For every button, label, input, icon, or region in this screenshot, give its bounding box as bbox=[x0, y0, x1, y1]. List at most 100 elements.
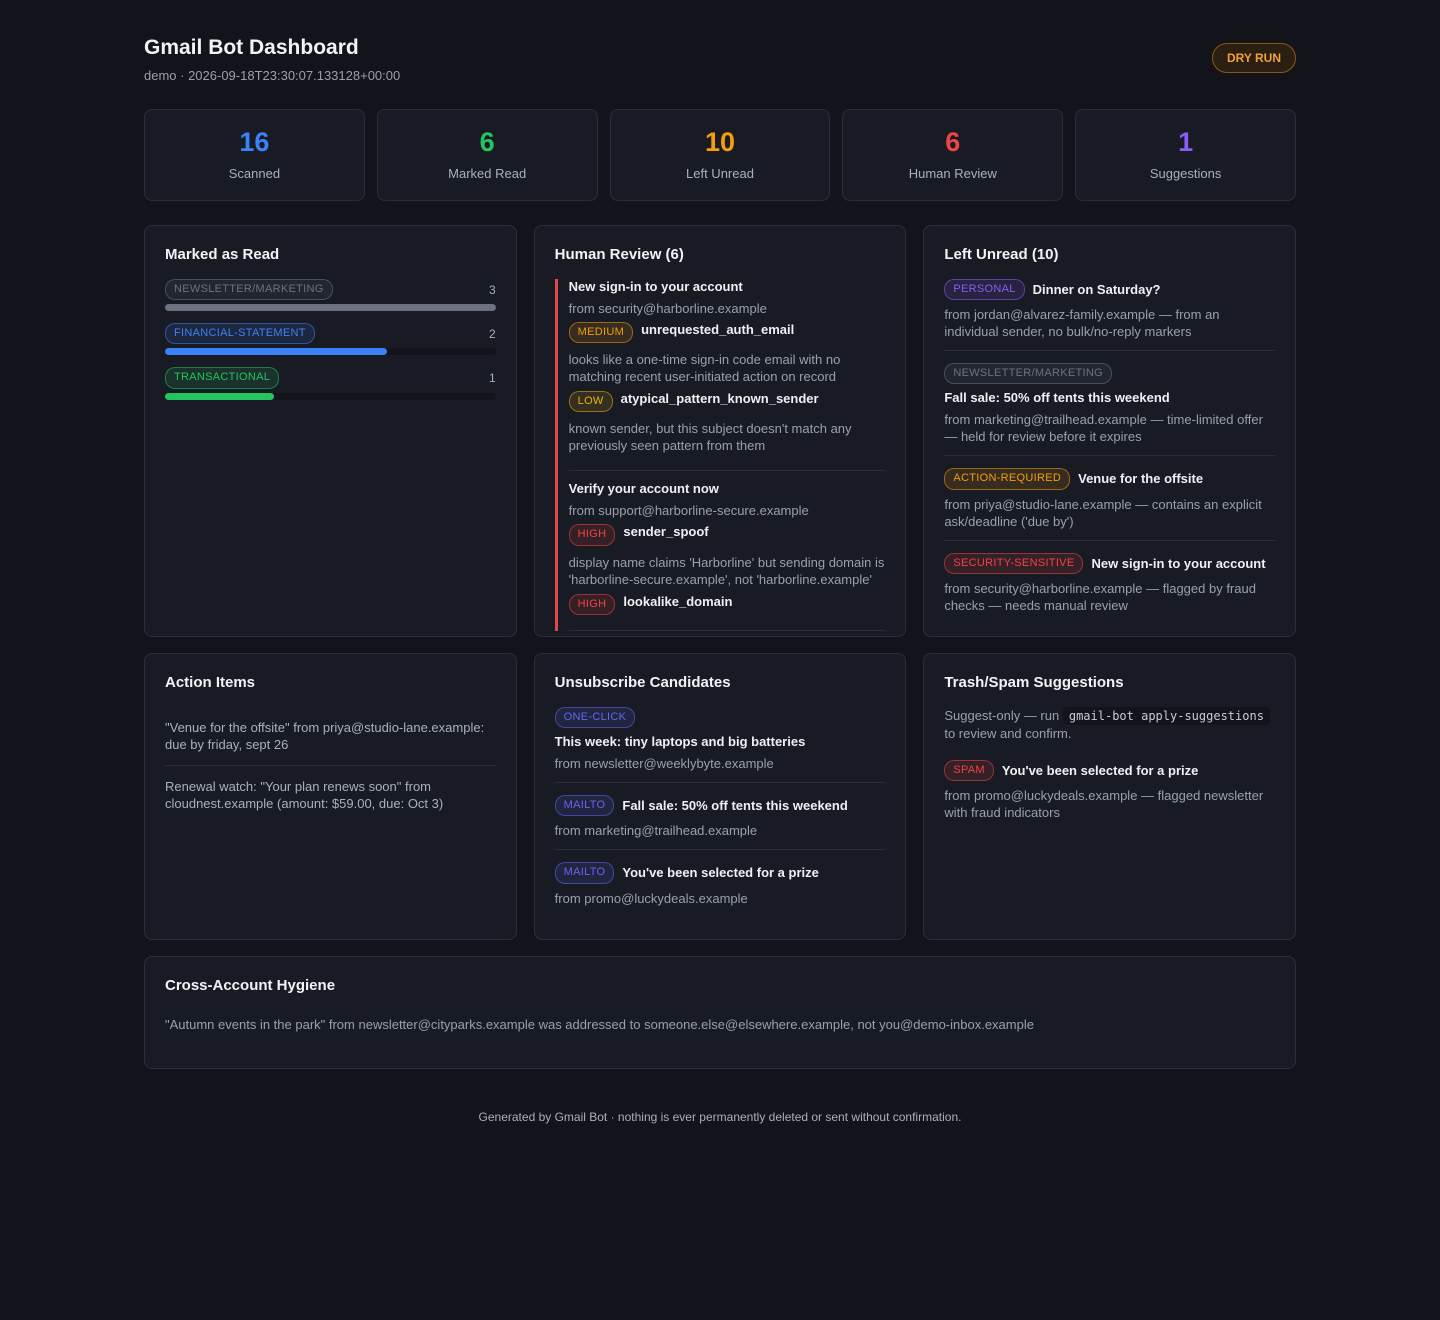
spam-pill: SPAM bbox=[944, 760, 994, 782]
command-code[interactable]: gmail-bot apply-suggestions bbox=[1062, 707, 1270, 725]
method-pill: MAILTO bbox=[554, 862, 615, 884]
severity-pill: HIGH bbox=[568, 524, 616, 546]
list-item[interactable]: NEWSLETTER/MARKETING Fall sale: 50% off … bbox=[944, 363, 1275, 457]
panel-title: Marked as Read bbox=[165, 246, 280, 263]
human-review-panel: Human Review (6) New sign-in to your acc… bbox=[533, 225, 907, 637]
suggest-only-note: Suggest-only — run gmail-bot apply-sugge… bbox=[944, 707, 1275, 742]
item-detail: from security@harborline.example — flagg… bbox=[944, 580, 1256, 613]
review-flag: HIGH sender_spoof bbox=[568, 524, 886, 546]
item-subject: You've been selected for a prize bbox=[1001, 763, 1199, 779]
trash-spam-panel: Trash/Spam Suggestions Suggest-only — ru… bbox=[923, 653, 1296, 940]
flag-reason: display name claims 'Harborline' but sen… bbox=[568, 554, 885, 587]
item-detail: from marketing@trailhead.example — time-… bbox=[944, 412, 1263, 445]
method-pill: ONE-CLICK bbox=[554, 707, 636, 729]
method-pill: MAILTO bbox=[554, 795, 615, 817]
category-pill: FINANCIAL-STATEMENT bbox=[165, 323, 315, 345]
action-items-panel: Action Items "Venue for the offsite" fro… bbox=[144, 653, 517, 940]
panel-title: Action Items bbox=[165, 674, 256, 691]
stat-value: 16 bbox=[239, 127, 270, 157]
review-list: New sign-in to your account from securit… bbox=[554, 279, 886, 631]
dry-run-badge: DRY RUN bbox=[1211, 43, 1296, 73]
item-sender: from promo@luckydeals.example bbox=[554, 890, 748, 906]
stat-scanned: 16 Scanned bbox=[144, 109, 365, 201]
flag-code: atypical_pattern_known_sender bbox=[620, 391, 819, 407]
item-subject: Dinner on Saturday? bbox=[1032, 282, 1161, 298]
review-item[interactable]: Verify your account now from support@har… bbox=[568, 481, 886, 631]
stat-label: Marked Read bbox=[448, 166, 527, 181]
review-flag: LOW atypical_pattern_known_sender bbox=[568, 391, 886, 413]
severity-pill: MEDIUM bbox=[568, 322, 634, 344]
item-subject: You've been selected for a prize bbox=[622, 865, 819, 881]
note-prefix: Suggest-only — run bbox=[944, 708, 1060, 723]
stat-left-unread: 10 Left Unread bbox=[609, 109, 831, 201]
action-item[interactable]: "Venue for the offsite" from priya@studi… bbox=[165, 707, 496, 766]
category-pill: ACTION-REQUIRED bbox=[944, 468, 1071, 490]
item-subject: Fall sale: 50% off tents this weekend bbox=[944, 390, 1170, 406]
unsubscribe-panel: Unsubscribe Candidates ONE-CLICK This we… bbox=[533, 653, 907, 940]
action-item[interactable]: Renewal watch: "Your plan renews soon" f… bbox=[165, 766, 496, 824]
list-item[interactable]: ACTION-REQUIRED Venue for the offsite fr… bbox=[944, 468, 1275, 541]
flag-code: unrequested_auth_email bbox=[641, 322, 795, 338]
category-pill: NEWSLETTER/MARKETING bbox=[165, 279, 333, 301]
bar-fill bbox=[165, 348, 387, 356]
note-suffix: to review and confirm. bbox=[944, 726, 1072, 741]
cross-account-hygiene-panel: Cross-Account Hygiene "Autumn events in … bbox=[144, 956, 1296, 1069]
item-subject: Fall sale: 50% off tents this weekend bbox=[622, 798, 848, 814]
footer: Generated by Gmail Bot · nothing is ever… bbox=[478, 1110, 962, 1124]
flag-reason: looks like a one-time sign-in code email… bbox=[568, 352, 841, 385]
category-bar: FINANCIAL-STATEMENT 2 bbox=[165, 323, 496, 356]
bar-track bbox=[165, 348, 496, 356]
item-subject: New sign-in to your account bbox=[1091, 555, 1266, 571]
stat-label: Scanned bbox=[228, 166, 281, 181]
panel-title: Trash/Spam Suggestions bbox=[944, 674, 1124, 691]
stats-row: 16 Scanned 6 Marked Read 10 Left Unread … bbox=[144, 109, 1296, 201]
stat-value: 6 bbox=[945, 127, 961, 157]
bar-track bbox=[165, 392, 496, 400]
left-unread-panel: Left Unread (10) PERSONAL Dinner on Satu… bbox=[923, 225, 1296, 637]
category-pill: PERSONAL bbox=[944, 279, 1025, 301]
stat-value: 10 bbox=[704, 127, 736, 157]
category-count: 1 bbox=[488, 370, 496, 385]
stat-label: Left Unread bbox=[686, 166, 754, 181]
panel-title: Left Unread (10) bbox=[944, 246, 1059, 263]
item-detail: from jordan@alvarez-family.example — fro… bbox=[944, 307, 1220, 340]
stat-label: Suggestions bbox=[1149, 166, 1222, 181]
item-detail: from priya@studio-lane.example — contain… bbox=[944, 496, 1262, 529]
stat-value: 6 bbox=[479, 127, 495, 157]
page-title: Gmail Bot Dashboard bbox=[144, 36, 359, 59]
header: Gmail Bot Dashboard demo · 2026-09-18T23… bbox=[144, 36, 1296, 109]
stat-label: Human Review bbox=[908, 166, 997, 181]
review-flag: HIGH lookalike_domain bbox=[568, 593, 886, 615]
review-flag: MEDIUM unrequested_auth_email bbox=[568, 322, 886, 344]
review-subject: New sign-in to your account bbox=[568, 279, 743, 294]
item-subject: This week: tiny laptops and big batterie… bbox=[554, 734, 806, 750]
list-item[interactable]: PERSONAL Dinner on Saturday? from jordan… bbox=[944, 279, 1275, 352]
category-bar: NEWSLETTER/MARKETING 3 bbox=[165, 279, 496, 312]
marked-read-panel: Marked as Read NEWSLETTER/MARKETING 3 FI… bbox=[144, 225, 517, 637]
bar-fill bbox=[165, 304, 496, 312]
spam-item[interactable]: SPAM You've been selected for a prize fr… bbox=[944, 760, 1275, 831]
stat-human-review: 6 Human Review bbox=[842, 109, 1064, 201]
item-sender: from newsletter@weeklybyte.example bbox=[554, 756, 774, 772]
unsubscribe-item[interactable]: MAILTO Fall sale: 50% off tents this wee… bbox=[554, 795, 886, 851]
list-item[interactable]: SECURITY-SENSITIVE New sign-in to your a… bbox=[944, 552, 1275, 624]
panel-title: Unsubscribe Candidates bbox=[554, 674, 731, 691]
unsubscribe-item[interactable]: MAILTO You've been selected for a prize … bbox=[554, 862, 886, 916]
flag-code: lookalike_domain bbox=[623, 593, 733, 609]
item-detail: from promo@luckydeals.example — flagged … bbox=[944, 788, 1264, 821]
category-count: 3 bbox=[488, 282, 496, 297]
stat-value: 1 bbox=[1178, 127, 1194, 157]
category-bar: TRANSACTIONAL 1 bbox=[165, 367, 496, 400]
review-sender: from support@harborline-secure.example bbox=[568, 503, 809, 519]
review-item[interactable]: New sign-in to your account from securit… bbox=[568, 279, 886, 472]
item-subject: Venue for the offsite bbox=[1078, 471, 1204, 487]
flag-reason: known sender, but this subject doesn't m… bbox=[568, 421, 852, 454]
unsubscribe-item[interactable]: ONE-CLICK This week: tiny laptops and bi… bbox=[554, 707, 886, 784]
category-count: 2 bbox=[488, 326, 496, 341]
bar-track bbox=[165, 304, 496, 312]
bar-fill bbox=[165, 392, 275, 400]
hygiene-text: "Autumn events in the park" from newslet… bbox=[165, 1017, 1034, 1032]
severity-pill: LOW bbox=[568, 391, 613, 413]
stat-suggestions: 1 Suggestions bbox=[1075, 109, 1296, 201]
stat-marked-read: 6 Marked Read bbox=[376, 109, 598, 201]
